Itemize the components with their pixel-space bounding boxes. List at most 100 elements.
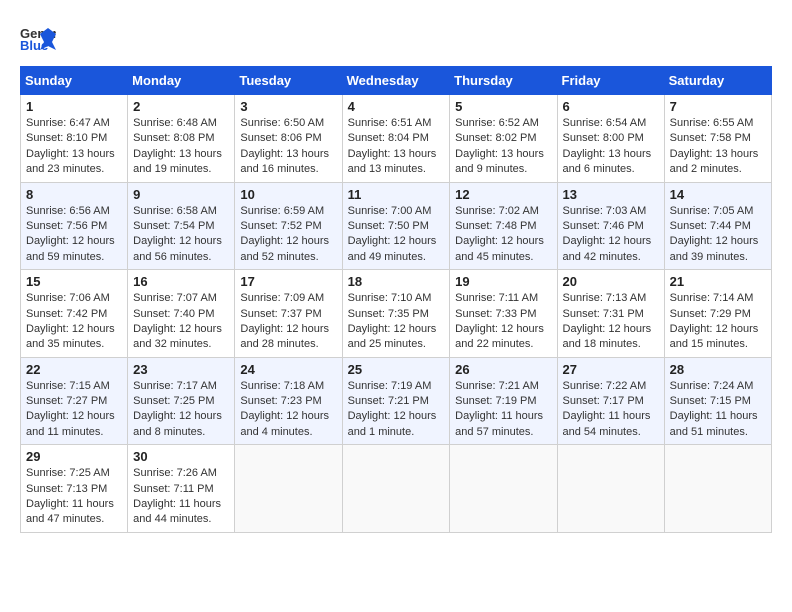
day-info: Sunrise: 7:10 AM Sunset: 7:35 PM Dayligh…: [348, 291, 445, 353]
day-info: Sunrise: 7:22 AM Sunset: 7:17 PM Dayligh…: [563, 379, 659, 441]
calendar-cell: [557, 445, 664, 533]
day-number: 7: [670, 99, 766, 114]
day-info: Sunrise: 7:17 AM Sunset: 7:25 PM Dayligh…: [133, 379, 229, 441]
day-info: Sunrise: 7:09 AM Sunset: 7:37 PM Dayligh…: [240, 291, 336, 353]
day-number: 26: [455, 362, 551, 377]
day-number: 25: [348, 362, 445, 377]
day-info: Sunrise: 7:19 AM Sunset: 7:21 PM Dayligh…: [348, 379, 445, 441]
day-info: Sunrise: 7:00 AM Sunset: 7:50 PM Dayligh…: [348, 204, 445, 266]
calendar-cell: 7 Sunrise: 6:55 AM Sunset: 7:58 PM Dayli…: [664, 95, 771, 183]
col-header-sunday: Sunday: [21, 67, 128, 95]
day-number: 6: [563, 99, 659, 114]
calendar-cell: 27 Sunrise: 7:22 AM Sunset: 7:17 PM Dayl…: [557, 357, 664, 445]
calendar-cell: 12 Sunrise: 7:02 AM Sunset: 7:48 PM Dayl…: [450, 182, 557, 270]
day-info: Sunrise: 6:56 AM Sunset: 7:56 PM Dayligh…: [26, 204, 122, 266]
calendar-cell: 18 Sunrise: 7:10 AM Sunset: 7:35 PM Dayl…: [342, 270, 450, 358]
calendar-cell: 21 Sunrise: 7:14 AM Sunset: 7:29 PM Dayl…: [664, 270, 771, 358]
calendar-header-row: SundayMondayTuesdayWednesdayThursdayFrid…: [21, 67, 772, 95]
day-info: Sunrise: 6:52 AM Sunset: 8:02 PM Dayligh…: [455, 116, 551, 178]
calendar-cell: 28 Sunrise: 7:24 AM Sunset: 7:15 PM Dayl…: [664, 357, 771, 445]
day-number: 20: [563, 274, 659, 289]
day-number: 14: [670, 187, 766, 202]
calendar-cell: [342, 445, 450, 533]
calendar-cell: 19 Sunrise: 7:11 AM Sunset: 7:33 PM Dayl…: [450, 270, 557, 358]
calendar-table: SundayMondayTuesdayWednesdayThursdayFrid…: [20, 66, 772, 533]
day-info: Sunrise: 7:21 AM Sunset: 7:19 PM Dayligh…: [455, 379, 551, 441]
day-number: 18: [348, 274, 445, 289]
calendar-cell: 29 Sunrise: 7:25 AM Sunset: 7:13 PM Dayl…: [21, 445, 128, 533]
day-info: Sunrise: 7:11 AM Sunset: 7:33 PM Dayligh…: [455, 291, 551, 353]
day-number: 4: [348, 99, 445, 114]
page-header: General Blue: [20, 20, 772, 56]
calendar-cell: 30 Sunrise: 7:26 AM Sunset: 7:11 PM Dayl…: [128, 445, 235, 533]
day-info: Sunrise: 7:15 AM Sunset: 7:27 PM Dayligh…: [26, 379, 122, 441]
calendar-cell: 9 Sunrise: 6:58 AM Sunset: 7:54 PM Dayli…: [128, 182, 235, 270]
day-info: Sunrise: 7:26 AM Sunset: 7:11 PM Dayligh…: [133, 466, 229, 528]
col-header-friday: Friday: [557, 67, 664, 95]
calendar-week-5: 29 Sunrise: 7:25 AM Sunset: 7:13 PM Dayl…: [21, 445, 772, 533]
col-header-thursday: Thursday: [450, 67, 557, 95]
day-info: Sunrise: 7:14 AM Sunset: 7:29 PM Dayligh…: [670, 291, 766, 353]
calendar-cell: 11 Sunrise: 7:00 AM Sunset: 7:50 PM Dayl…: [342, 182, 450, 270]
day-info: Sunrise: 7:25 AM Sunset: 7:13 PM Dayligh…: [26, 466, 122, 528]
day-info: Sunrise: 7:18 AM Sunset: 7:23 PM Dayligh…: [240, 379, 336, 441]
day-number: 19: [455, 274, 551, 289]
calendar-cell: 17 Sunrise: 7:09 AM Sunset: 7:37 PM Dayl…: [235, 270, 342, 358]
day-number: 10: [240, 187, 336, 202]
logo-icon: General Blue: [20, 20, 56, 56]
day-number: 3: [240, 99, 336, 114]
day-info: Sunrise: 6:59 AM Sunset: 7:52 PM Dayligh…: [240, 204, 336, 266]
day-info: Sunrise: 7:02 AM Sunset: 7:48 PM Dayligh…: [455, 204, 551, 266]
calendar-cell: 8 Sunrise: 6:56 AM Sunset: 7:56 PM Dayli…: [21, 182, 128, 270]
day-number: 12: [455, 187, 551, 202]
day-info: Sunrise: 6:54 AM Sunset: 8:00 PM Dayligh…: [563, 116, 659, 178]
day-number: 21: [670, 274, 766, 289]
day-info: Sunrise: 6:47 AM Sunset: 8:10 PM Dayligh…: [26, 116, 122, 178]
day-number: 23: [133, 362, 229, 377]
day-info: Sunrise: 7:13 AM Sunset: 7:31 PM Dayligh…: [563, 291, 659, 353]
calendar-week-1: 1 Sunrise: 6:47 AM Sunset: 8:10 PM Dayli…: [21, 95, 772, 183]
calendar-cell: 3 Sunrise: 6:50 AM Sunset: 8:06 PM Dayli…: [235, 95, 342, 183]
day-info: Sunrise: 6:48 AM Sunset: 8:08 PM Dayligh…: [133, 116, 229, 178]
calendar-cell: 13 Sunrise: 7:03 AM Sunset: 7:46 PM Dayl…: [557, 182, 664, 270]
col-header-tuesday: Tuesday: [235, 67, 342, 95]
calendar-week-3: 15 Sunrise: 7:06 AM Sunset: 7:42 PM Dayl…: [21, 270, 772, 358]
day-number: 28: [670, 362, 766, 377]
calendar-cell: 20 Sunrise: 7:13 AM Sunset: 7:31 PM Dayl…: [557, 270, 664, 358]
calendar-cell: 6 Sunrise: 6:54 AM Sunset: 8:00 PM Dayli…: [557, 95, 664, 183]
calendar-week-2: 8 Sunrise: 6:56 AM Sunset: 7:56 PM Dayli…: [21, 182, 772, 270]
calendar-cell: 23 Sunrise: 7:17 AM Sunset: 7:25 PM Dayl…: [128, 357, 235, 445]
day-number: 2: [133, 99, 229, 114]
day-info: Sunrise: 6:51 AM Sunset: 8:04 PM Dayligh…: [348, 116, 445, 178]
col-header-saturday: Saturday: [664, 67, 771, 95]
day-number: 1: [26, 99, 122, 114]
logo: General Blue: [20, 20, 60, 56]
calendar-cell: 24 Sunrise: 7:18 AM Sunset: 7:23 PM Dayl…: [235, 357, 342, 445]
day-info: Sunrise: 7:03 AM Sunset: 7:46 PM Dayligh…: [563, 204, 659, 266]
col-header-monday: Monday: [128, 67, 235, 95]
day-info: Sunrise: 7:24 AM Sunset: 7:15 PM Dayligh…: [670, 379, 766, 441]
calendar-cell: 4 Sunrise: 6:51 AM Sunset: 8:04 PM Dayli…: [342, 95, 450, 183]
calendar-cell: 5 Sunrise: 6:52 AM Sunset: 8:02 PM Dayli…: [450, 95, 557, 183]
day-number: 24: [240, 362, 336, 377]
day-number: 5: [455, 99, 551, 114]
day-info: Sunrise: 7:06 AM Sunset: 7:42 PM Dayligh…: [26, 291, 122, 353]
day-number: 9: [133, 187, 229, 202]
day-number: 29: [26, 449, 122, 464]
calendar-cell: 22 Sunrise: 7:15 AM Sunset: 7:27 PM Dayl…: [21, 357, 128, 445]
day-info: Sunrise: 7:07 AM Sunset: 7:40 PM Dayligh…: [133, 291, 229, 353]
day-number: 15: [26, 274, 122, 289]
calendar-cell: 15 Sunrise: 7:06 AM Sunset: 7:42 PM Dayl…: [21, 270, 128, 358]
day-number: 17: [240, 274, 336, 289]
day-number: 8: [26, 187, 122, 202]
calendar-cell: 16 Sunrise: 7:07 AM Sunset: 7:40 PM Dayl…: [128, 270, 235, 358]
calendar-cell: 14 Sunrise: 7:05 AM Sunset: 7:44 PM Dayl…: [664, 182, 771, 270]
day-number: 22: [26, 362, 122, 377]
day-info: Sunrise: 6:55 AM Sunset: 7:58 PM Dayligh…: [670, 116, 766, 178]
day-number: 27: [563, 362, 659, 377]
calendar-cell: [235, 445, 342, 533]
day-number: 11: [348, 187, 445, 202]
day-number: 16: [133, 274, 229, 289]
calendar-cell: 25 Sunrise: 7:19 AM Sunset: 7:21 PM Dayl…: [342, 357, 450, 445]
calendar-cell: [450, 445, 557, 533]
